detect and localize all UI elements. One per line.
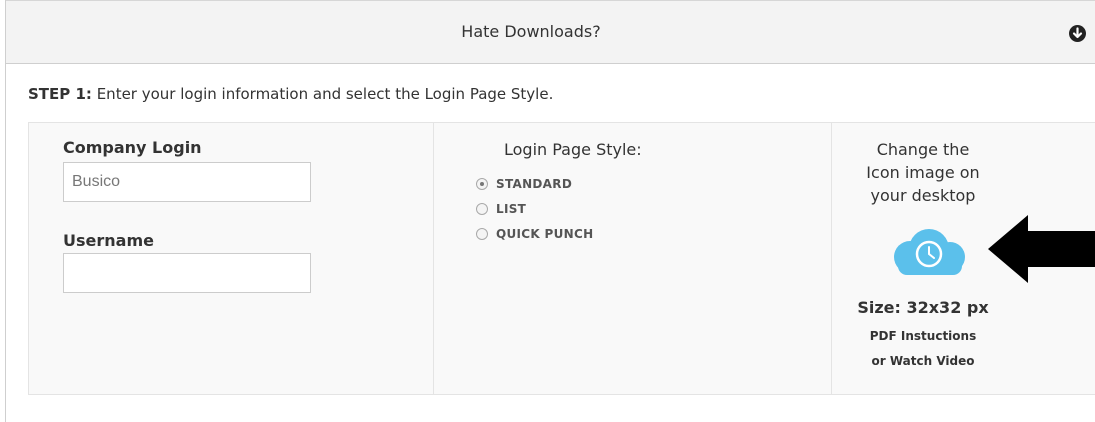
change-icon-line: your desktop [870, 186, 976, 205]
radio-label: STANDARD [496, 177, 573, 191]
username-label: Username [63, 231, 154, 250]
radio-button-selected[interactable] [476, 178, 488, 190]
radio-button[interactable] [476, 228, 488, 240]
radio-option-list[interactable]: LIST [476, 200, 526, 218]
company-login-label: Company Login [63, 138, 202, 157]
radio-option-standard[interactable]: STANDARD [476, 175, 572, 193]
step-text: Enter your login information and select … [91, 85, 554, 103]
panel-title: Hate Downloads? [461, 22, 601, 41]
radio-button[interactable] [476, 203, 488, 215]
company-login-input[interactable]: Busico [63, 162, 311, 202]
login-style-title: Login Page Style: [504, 140, 642, 159]
panel-header[interactable]: Hate Downloads? [6, 0, 1095, 64]
change-icon-line: Change the [876, 140, 970, 159]
circle-arrow-down-icon[interactable] [1069, 25, 1086, 42]
change-icon-text: Change the Icon image on your desktop [833, 138, 1013, 207]
step-instructions: STEP 1: Enter your login information and… [28, 85, 553, 103]
username-input[interactable] [63, 253, 311, 293]
pdf-instructions-link[interactable]: PDF Instuctions [833, 329, 1013, 343]
column-divider [433, 123, 434, 394]
cloud-clock-icon[interactable] [888, 227, 970, 281]
change-icon-line: Icon image on [866, 163, 980, 182]
pointing-arrow-icon [986, 213, 1095, 289]
watch-video-link[interactable]: or Watch Video [833, 354, 1013, 368]
settings-grid: Company Login Busico Username Login Page… [28, 122, 1095, 395]
column-divider [831, 123, 832, 394]
radio-label: QUICK PUNCH [496, 227, 594, 241]
step-number: STEP 1: [28, 85, 92, 103]
radio-option-quick-punch[interactable]: QUICK PUNCH [476, 225, 593, 243]
icon-size-label: Size: 32x32 px [857, 298, 989, 317]
radio-label: LIST [496, 202, 527, 216]
